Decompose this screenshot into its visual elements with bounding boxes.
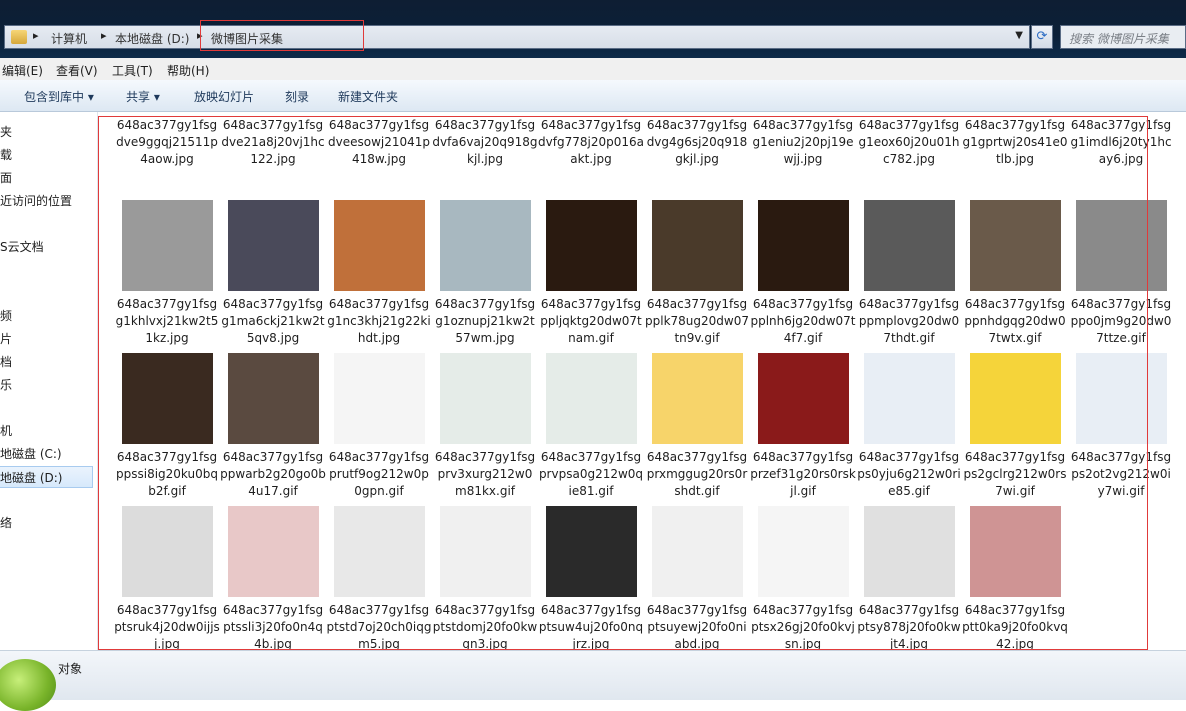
folder-preview-icon (0, 659, 56, 711)
status-bar: 对象 (0, 650, 1186, 711)
nav-item[interactable]: 地磁盘 (D:) (0, 466, 93, 488)
chevron-down-icon[interactable]: ▼ (1015, 30, 1023, 41)
chevron-right-icon[interactable]: ▸ (101, 29, 107, 42)
refresh-button[interactable]: ⟳ (1031, 25, 1053, 49)
menu-help[interactable]: 帮助(H) (167, 62, 209, 79)
chevron-right-icon[interactable]: ▸ (33, 29, 39, 42)
breadcrumb-computer[interactable]: 计算机 (51, 30, 87, 47)
folder-icon (11, 30, 27, 44)
slideshow-button[interactable]: 放映幻灯片 (194, 88, 254, 105)
navigation-pane: 夹 载 面 近访问的位置 S云文档 频 片 档 乐 机 地磁盘 (C:) 地磁盘… (0, 112, 98, 650)
include-in-library-button[interactable]: 包含到库中 ▾ (24, 88, 94, 105)
menu-tools[interactable]: 工具(T) (112, 62, 153, 79)
nav-item[interactable]: S云文档 (0, 236, 44, 258)
nav-item[interactable]: 面 (0, 167, 12, 189)
burn-button[interactable]: 刻录 (285, 88, 309, 105)
nav-item[interactable]: 频 (0, 305, 12, 327)
highlight-box (200, 20, 364, 51)
nav-item[interactable]: 片 (0, 328, 12, 350)
command-toolbar: 包含到库中 ▾ 共享 ▾ 放映幻灯片 刻录 新建文件夹 (0, 80, 1186, 112)
nav-item[interactable]: 乐 (0, 374, 12, 396)
address-bar[interactable]: ▸ 计算机 ▸ 本地磁盘 (D:) ▸ 微博图片采集 ▼ (4, 25, 1030, 49)
nav-item[interactable]: 载 (0, 144, 12, 166)
nav-item[interactable]: 络 (0, 512, 12, 534)
menu-bar: 编辑(E) 查看(V) 工具(T) 帮助(H) (0, 58, 1186, 81)
nav-item[interactable]: 机 (0, 420, 12, 442)
search-input[interactable]: 搜索 微博图片采集 (1060, 25, 1186, 49)
share-button[interactable]: 共享 ▾ (126, 88, 160, 105)
nav-item[interactable]: 夹 (0, 121, 12, 143)
breadcrumb-drive-d[interactable]: 本地磁盘 (D:) (115, 30, 189, 47)
menu-view[interactable]: 查看(V) (56, 62, 98, 79)
nav-item[interactable]: 地磁盘 (C:) (0, 443, 62, 465)
menu-edit[interactable]: 编辑(E) (2, 62, 43, 79)
new-folder-button[interactable]: 新建文件夹 (338, 88, 398, 105)
item-count-text: 对象 (58, 662, 83, 676)
nav-item[interactable]: 近访问的位置 (0, 190, 72, 212)
highlight-box (98, 116, 1148, 650)
nav-item[interactable]: 档 (0, 351, 12, 373)
